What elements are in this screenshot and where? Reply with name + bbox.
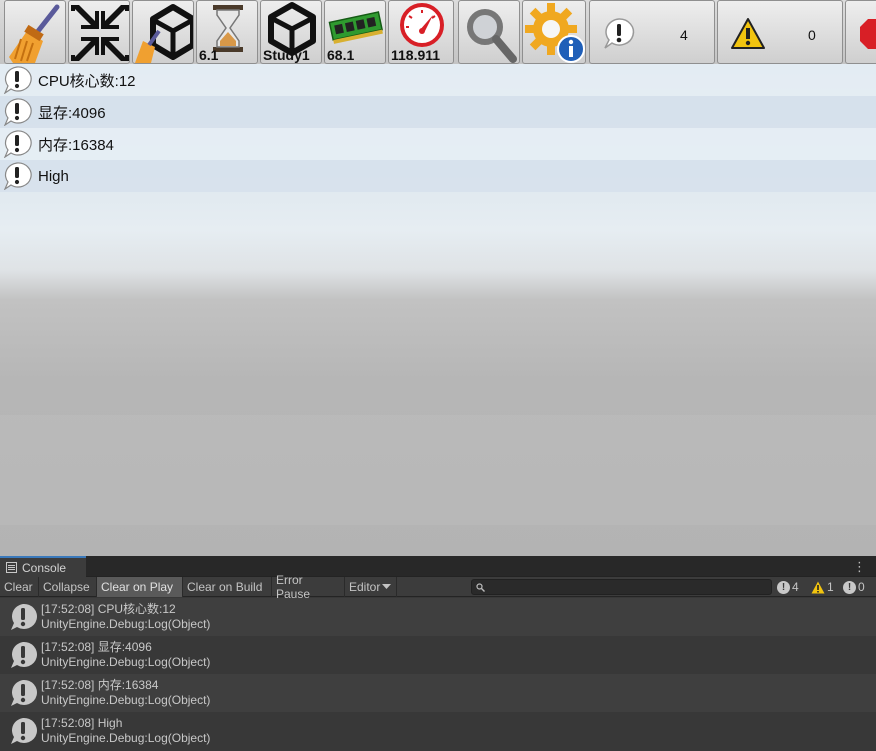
log-bubble-icon: [3, 130, 32, 158]
kebab-menu-icon[interactable]: ⋮: [853, 559, 866, 575]
console-log-list: [17:52:08] CPU核心数:12 UnityEngine.Debug:L…: [0, 598, 876, 751]
settings-info-icon: [525, 3, 585, 63]
game-log-row[interactable]: 显存:4096: [0, 96, 876, 128]
info-icon: !: [777, 580, 790, 594]
search-icon: [476, 583, 485, 592]
entry-message: [17:52:08] 显存:4096: [41, 640, 152, 654]
error-count-button[interactable]: [845, 0, 876, 64]
console-tab-bar: Console ⋮: [0, 556, 876, 577]
debug-toolbar: 6.1 Study1 68.1 118.911 4 0: [0, 0, 876, 64]
clear-on-build-button[interactable]: Clear on Build: [183, 577, 272, 597]
log-bubble-icon: [3, 66, 32, 94]
error-pause-button[interactable]: Error Pause: [272, 573, 345, 601]
settings-button[interactable]: [522, 0, 586, 64]
unity-clean-icon: [135, 4, 193, 63]
log-bubble-icon: [3, 162, 32, 190]
tab-console[interactable]: Console: [0, 556, 86, 577]
entry-message: [17:52:08] High: [41, 716, 123, 730]
collapse-icon: [71, 5, 129, 61]
tab-console-label: Console: [22, 560, 67, 575]
clear-button[interactable]: [4, 0, 66, 64]
info-icon: [11, 717, 37, 744]
search-input[interactable]: [471, 579, 772, 595]
console-entry[interactable]: [17:52:08] 显存:4096 UnityEngine.Debug:Log…: [0, 636, 876, 674]
fps-button[interactable]: 118.911: [388, 0, 454, 64]
log-bubble-icon: [3, 98, 32, 126]
game-log-row[interactable]: CPU核心数:12: [0, 64, 876, 96]
entry-message: [17:52:08] 内存:16384: [41, 678, 159, 692]
scene-label: Study1: [263, 47, 310, 63]
scene-button[interactable]: Study1: [260, 0, 322, 64]
game-log-row[interactable]: High: [0, 160, 876, 192]
entry-stack: UnityEngine.Debug:Log(Object): [41, 617, 211, 631]
entry-stack: UnityEngine.Debug:Log(Object): [41, 731, 211, 745]
editor-dropdown[interactable]: Editor: [345, 577, 397, 597]
error-filter-toggle[interactable]: ! 0: [843, 579, 865, 595]
inspect-button[interactable]: [458, 0, 520, 64]
game-log-text: 内存:16384: [38, 136, 114, 154]
timescale-label: 6.1: [199, 47, 219, 63]
memory-button[interactable]: 68.1: [324, 0, 386, 64]
log-filter-count: 4: [792, 580, 799, 594]
unity-clean-button[interactable]: [132, 0, 194, 64]
game-log-text: CPU核心数:12: [38, 72, 136, 90]
game-view: 6.1 Study1 68.1 118.911 4 0 CPU核心数:12 显存…: [0, 0, 876, 556]
warning-count: 0: [808, 27, 816, 43]
chevron-down-icon: [382, 584, 392, 589]
magnifier-icon: [467, 9, 517, 63]
console-window: Console ⋮ Clear Collapse Clear on Play C…: [0, 556, 876, 751]
log-filter-toggle[interactable]: ! 4: [777, 579, 799, 595]
warning-filter-toggle[interactable]: 1: [811, 579, 834, 595]
clear-button[interactable]: Clear: [0, 577, 39, 597]
warning-icon: [811, 581, 825, 593]
editor-dropdown-label: Editor: [349, 580, 381, 594]
error-icon: [860, 19, 876, 49]
ground-band: [0, 415, 876, 525]
collapse-button[interactable]: Collapse: [39, 577, 97, 597]
console-entry[interactable]: [17:52:08] High UnityEngine.Debug:Log(Ob…: [0, 712, 876, 750]
info-icon: [11, 641, 37, 668]
collapse-button[interactable]: [68, 0, 130, 64]
info-icon: [11, 679, 37, 706]
log-count-button[interactable]: 4: [589, 0, 715, 64]
console-icon: [6, 562, 17, 573]
warning-icon: [731, 18, 765, 49]
clear-on-play-button[interactable]: Clear on Play: [97, 577, 183, 597]
warning-filter-count: 1: [827, 580, 834, 594]
fps-label: 118.911: [391, 47, 441, 63]
entry-stack: UnityEngine.Debug:Log(Object): [41, 693, 211, 707]
error-filter-count: 0: [858, 580, 865, 594]
game-log-text: High: [38, 167, 69, 185]
console-toolbar: Clear Collapse Clear on Play Clear on Bu…: [0, 573, 876, 601]
info-icon: [11, 603, 37, 630]
entry-stack: UnityEngine.Debug:Log(Object): [41, 655, 211, 669]
entry-message: [17:52:08] CPU核心数:12: [41, 602, 176, 616]
memory-label: 68.1: [327, 47, 355, 63]
timescale-button[interactable]: 6.1: [196, 0, 258, 64]
error-filter-icon: !: [843, 580, 856, 594]
log-bubble-icon: [604, 18, 635, 49]
broom-icon: [9, 4, 60, 63]
warning-count-button[interactable]: 0: [717, 0, 843, 64]
game-log-text: 显存:4096: [38, 104, 106, 122]
console-entry[interactable]: [17:52:08] 内存:16384 UnityEngine.Debug:Lo…: [0, 674, 876, 712]
log-count: 4: [680, 27, 688, 43]
game-log-row[interactable]: 内存:16384: [0, 128, 876, 160]
console-entry[interactable]: [17:52:08] CPU核心数:12 UnityEngine.Debug:L…: [0, 598, 876, 636]
